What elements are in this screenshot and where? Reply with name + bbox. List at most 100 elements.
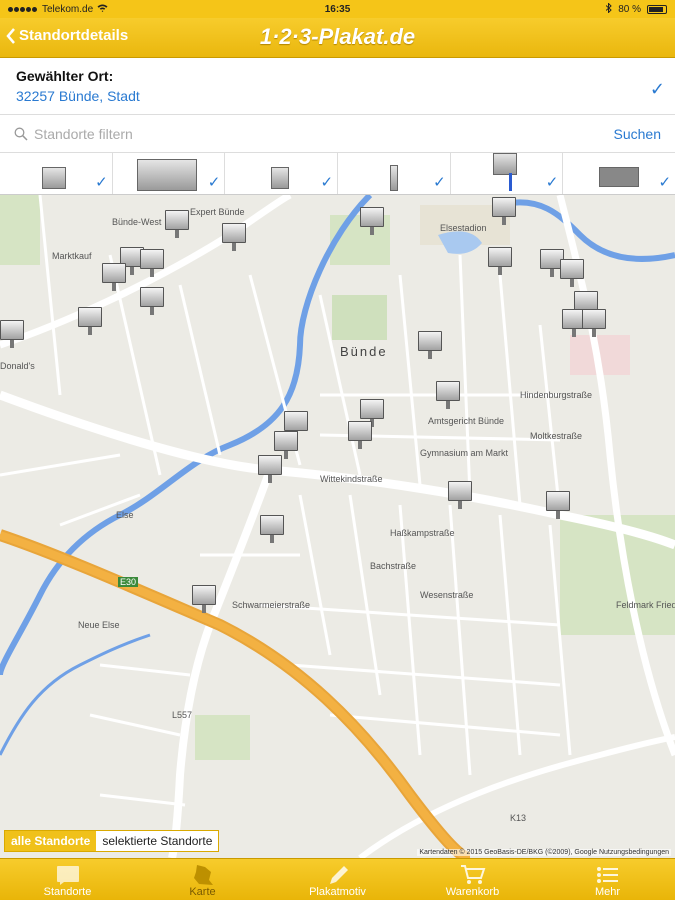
map-label-wittekind: Wittekindstraße — [320, 474, 383, 484]
location-label: Gewählter Ort: — [16, 68, 114, 84]
map-label-hasekamp: Haßkampstraße — [390, 528, 455, 538]
map-label-bunde-west: Bünde-West — [112, 217, 162, 227]
tab-label: Warenkorb — [445, 886, 500, 898]
map-label-moltke: Moltkestraße — [530, 431, 583, 441]
search-icon — [14, 127, 28, 141]
map-view[interactable]: Bünde Bünde-West Expert Bünde Marktkauf … — [0, 195, 675, 858]
tab-karte[interactable]: Karte — [135, 859, 270, 900]
map-label-bunde: Bünde — [340, 344, 388, 359]
billboard-small-icon — [42, 167, 66, 189]
map-icon — [191, 864, 215, 886]
location-pin[interactable] — [78, 307, 102, 335]
wifi-icon — [97, 4, 108, 15]
location-pin[interactable] — [284, 411, 308, 439]
map-label-neue-else: Neue Else — [78, 620, 120, 630]
tab-mehr[interactable]: Mehr — [540, 859, 675, 900]
ad-type-strip: ✓ ✓ ✓ ✓ ✓ ✓ — [0, 153, 675, 195]
tab-label: Mehr — [594, 886, 621, 898]
nav-bar: Standortdetails 1·2·3-Plakat.de — [0, 18, 675, 58]
location-pin[interactable] — [222, 223, 246, 251]
all-locations-tab[interactable]: alle Standorte — [5, 831, 97, 851]
battery-percent: 80 % — [618, 3, 641, 15]
selected-location-row[interactable]: Gewählter Ort: 32257 Bünde, Stadt ✓ — [0, 59, 675, 115]
location-pin[interactable] — [574, 291, 598, 319]
map-label-bachstr: Bachstraße — [370, 561, 417, 571]
tab-standorte[interactable]: Standorte — [0, 859, 135, 900]
location-pin[interactable] — [0, 320, 24, 348]
location-pin[interactable] — [436, 381, 460, 409]
checkmark-icon: ✓ — [658, 174, 672, 191]
map-label-marktkauf: Marktkauf — [52, 251, 92, 261]
location-checkmark-icon: ✓ — [649, 79, 665, 99]
map-label-wesenstr: Wesenstraße — [420, 590, 474, 600]
pole-icon — [508, 173, 512, 191]
location-pin[interactable] — [102, 263, 126, 291]
map-label-expert: Expert Bünde — [190, 207, 245, 217]
search-button[interactable]: Suchen — [614, 126, 661, 142]
checkmark-icon: ✓ — [433, 174, 446, 191]
bluetooth-icon — [605, 1, 612, 16]
signal-icon — [8, 4, 38, 15]
cart-icon — [460, 864, 486, 886]
ad-type-2[interactable]: ✓ — [113, 153, 226, 194]
map-label-amtsgericht: Amtsgericht Bünde — [428, 416, 505, 426]
selected-locations-tab[interactable]: selektierte Standorte — [96, 831, 219, 851]
location-pin[interactable] — [260, 515, 284, 543]
location-pin[interactable] — [560, 259, 584, 287]
list-icon — [56, 864, 80, 886]
tab-warenkorb[interactable]: Warenkorb — [405, 859, 540, 900]
location-pin[interactable] — [192, 585, 216, 613]
checkmark-icon: ✓ — [207, 174, 221, 191]
ad-type-5[interactable]: ✓ — [451, 153, 564, 194]
tab-label: Karte — [189, 886, 216, 898]
location-pin[interactable] — [488, 247, 512, 275]
battery-icon — [647, 4, 667, 14]
digital-screen-icon — [599, 167, 640, 187]
filter-bar: Suchen — [0, 115, 675, 153]
location-pin[interactable] — [360, 399, 384, 427]
map-label-hindenburg: Hindenburgstraße — [520, 390, 593, 400]
location-pin[interactable] — [582, 309, 606, 337]
map-label-gymnasium: Gymnasium am Markt — [420, 448, 509, 458]
tab-label: Standorte — [43, 886, 92, 898]
carrier-label: Telekom.de — [42, 3, 94, 15]
poster-stand-icon — [271, 167, 290, 189]
ad-type-4[interactable]: ✓ — [338, 153, 451, 194]
location-pin[interactable] — [448, 481, 472, 509]
location-pin[interactable] — [258, 455, 282, 483]
status-bar: Telekom.de 16:35 80 % — [0, 0, 675, 18]
more-icon — [596, 864, 620, 886]
ad-type-1[interactable]: ✓ — [0, 153, 113, 194]
checkmark-icon: ✓ — [95, 174, 108, 191]
ad-type-6[interactable]: ✓ — [563, 153, 675, 194]
location-scope-toggle: alle Standorte selektierte Standorte — [4, 830, 220, 852]
filter-input[interactable] — [34, 125, 334, 142]
location-pin[interactable] — [418, 331, 442, 359]
pole-sign-icon — [492, 153, 517, 175]
app-logo: 1·2·3-Plakat.de — [259, 24, 416, 49]
tab-plakatmotiv[interactable]: Plakatmotiv — [270, 859, 405, 900]
location-pin[interactable] — [360, 207, 384, 235]
tab-bar: Standorte Karte Plakatmotiv Warenkorb Me… — [0, 858, 675, 900]
location-pin[interactable] — [140, 249, 164, 277]
location-pin[interactable] — [546, 491, 570, 519]
pencil-icon — [326, 864, 350, 886]
map-label-k13: K13 — [510, 813, 527, 823]
map-label-elsestadion: Elsestadion — [440, 223, 487, 233]
billboard-large-icon — [136, 159, 197, 191]
ad-type-3[interactable]: ✓ — [225, 153, 339, 194]
location-pin[interactable] — [165, 210, 189, 238]
map-copyright[interactable]: Kartendaten © 2015 GeoBasis-DE/BKG (©200… — [417, 849, 671, 856]
map-label-mcdonalds: Donald's — [0, 361, 35, 371]
location-pin[interactable] — [492, 197, 516, 225]
location-value: 32257 Bünde, Stadt — [16, 88, 140, 104]
map-label-schwarmeier: Schwarmeierstraße — [232, 600, 311, 610]
location-pin[interactable] — [348, 421, 372, 449]
checkmark-icon: ✓ — [320, 174, 334, 191]
location-pin[interactable] — [140, 287, 164, 315]
location-pin[interactable] — [274, 431, 298, 459]
map-label-else: Else — [116, 510, 134, 520]
tab-label: Plakatmotiv — [309, 886, 366, 898]
column-icon — [390, 165, 399, 191]
map-label-l557: L557 — [172, 710, 193, 720]
